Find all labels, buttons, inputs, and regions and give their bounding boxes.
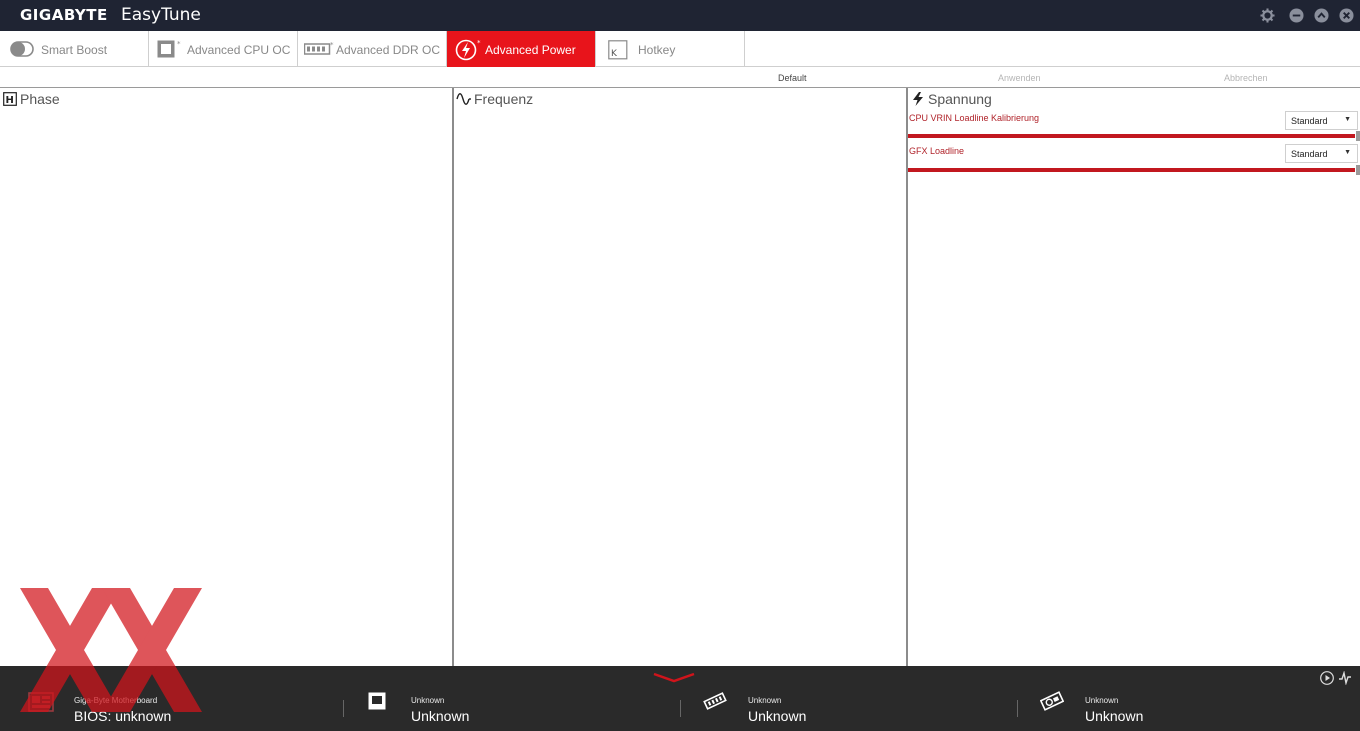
apply-button[interactable]: Anwenden	[998, 73, 1041, 83]
gfx-loadline-slider[interactable]	[908, 168, 1355, 172]
tab-smart-boost[interactable]: Smart Boost	[0, 31, 149, 67]
memory-icon	[703, 692, 727, 710]
watermark-logo	[20, 588, 202, 712]
tab-label: Advanced CPU OC	[187, 43, 291, 57]
memory-name: Unknown	[748, 696, 782, 705]
tab-advanced-power[interactable]: * Advanced Power	[447, 31, 596, 67]
cpu-icon	[368, 692, 386, 710]
svg-text:*: *	[330, 42, 334, 49]
tab-hotkey[interactable]: K Hotkey	[596, 31, 745, 67]
svg-text:*: *	[177, 40, 181, 48]
activity-icon[interactable]	[1338, 671, 1352, 685]
app-title: EasyTune	[121, 5, 201, 25]
toggle-icon	[10, 41, 34, 57]
power-icon: *	[455, 39, 481, 61]
brand-logo: GIGABYTE	[20, 6, 108, 24]
cpu-vrin-loadline-slider[interactable]	[908, 134, 1355, 138]
frequency-title: Frequenz	[474, 91, 534, 107]
dropdown-value: Standard	[1291, 149, 1328, 159]
cancel-button[interactable]: Abbrechen	[1224, 73, 1268, 83]
action-bar: Default Anwenden Abbrechen	[0, 67, 1360, 88]
slider-handle[interactable]	[1356, 131, 1360, 141]
maximize-icon[interactable]	[1314, 8, 1329, 23]
play-icon[interactable]	[1320, 671, 1334, 685]
tab-label: Advanced DDR OC	[336, 43, 441, 57]
key-glyph: K	[611, 49, 618, 59]
svg-text:*: *	[477, 39, 481, 47]
gear-icon[interactable]	[1260, 8, 1275, 23]
phase-icon-glyph: H	[6, 95, 14, 106]
phase-panel: H Phase	[0, 88, 453, 666]
chevron-down-icon: ▼	[1344, 116, 1351, 123]
minimize-icon[interactable]	[1289, 8, 1304, 23]
status-divider	[1017, 700, 1018, 717]
status-divider	[343, 700, 344, 717]
status-bar: Giga-Byte Motherboard BIOS: unknown Unkn…	[0, 666, 1360, 731]
tab-label: Smart Boost	[41, 43, 108, 57]
tab-label: Advanced Power	[485, 43, 576, 57]
cpu-vrin-loadline-select[interactable]: Standard ▼	[1285, 111, 1358, 130]
lightning-icon	[913, 92, 923, 106]
tab-label: Hotkey	[638, 43, 676, 57]
phase-title: Phase	[20, 91, 60, 107]
phase-icon: H	[3, 92, 17, 106]
chevron-down-icon[interactable]	[652, 672, 696, 684]
cpu-name: Unknown	[411, 696, 445, 705]
memory-icon: *	[304, 42, 334, 55]
gpu-name: Unknown	[1085, 696, 1119, 705]
dropdown-value: Standard	[1291, 116, 1328, 126]
voltage-title: Spannung	[928, 91, 992, 107]
cpu-vrin-loadline-label: CPU VRIN Loadline Kalibrierung	[909, 113, 1040, 123]
voltage-panel: Spannung CPU VRIN Loadline Kalibrierung …	[908, 88, 1360, 666]
frequency-panel: Frequenz	[454, 88, 906, 666]
gfx-loadline-label: GFX Loadline	[909, 146, 965, 156]
status-divider	[680, 700, 681, 717]
tab-bar: Smart Boost * Advanced CPU OC * Advanced…	[0, 31, 1360, 67]
default-button[interactable]: Default	[778, 73, 807, 83]
keyboard-key-icon: K	[608, 40, 628, 60]
cpu-value: Unknown	[411, 708, 470, 724]
gpu-value: Unknown	[1085, 708, 1144, 724]
cpu-icon: *	[157, 40, 181, 58]
wave-icon	[456, 93, 471, 105]
chevron-down-icon: ▼	[1344, 149, 1351, 156]
tab-advanced-cpu-oc[interactable]: * Advanced CPU OC	[149, 31, 298, 67]
graphics-card-icon	[1040, 691, 1064, 711]
slider-handle[interactable]	[1356, 165, 1360, 175]
close-icon[interactable]	[1339, 8, 1354, 23]
memory-value: Unknown	[748, 708, 807, 724]
gfx-loadline-select[interactable]: Standard ▼	[1285, 144, 1358, 163]
tab-advanced-ddr-oc[interactable]: * Advanced DDR OC	[298, 31, 447, 67]
title-bar: GIGABYTE EasyTune	[0, 0, 1360, 31]
